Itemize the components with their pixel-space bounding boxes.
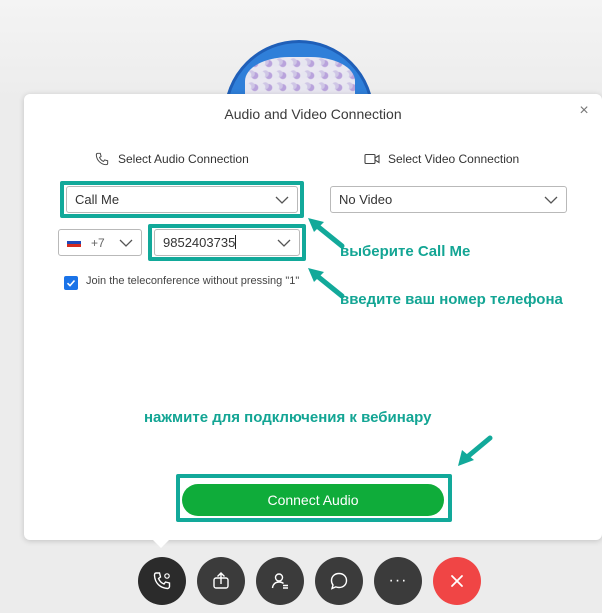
annotation-press-connect: нажмите для подключения к вебинару (144, 409, 432, 426)
checkmark-icon (66, 279, 76, 287)
country-code-value: +7 (91, 235, 105, 250)
audio-connection-button[interactable] (138, 557, 186, 605)
close-icon[interactable]: × (576, 103, 592, 119)
annotation-select-call-me: выберите Call Me (340, 243, 471, 260)
connect-audio-button[interactable]: Connect Audio (182, 484, 444, 516)
arrow-icon (458, 435, 493, 466)
audio-connection-value: Call Me (75, 192, 120, 207)
video-section-text: Select Video Connection (388, 152, 520, 166)
no-press-one-checkbox[interactable] (64, 276, 78, 290)
phone-number-value: 9852403735 (163, 235, 237, 250)
phone-number-input[interactable]: 9852403735 (154, 229, 300, 256)
annotation-enter-phone: введите ваш номер телефона (340, 291, 563, 308)
share-button[interactable] (197, 557, 245, 605)
dialog-pointer (153, 540, 169, 548)
chevron-down-icon (275, 196, 289, 204)
end-call-button[interactable] (433, 557, 481, 605)
chevron-down-icon (119, 239, 133, 247)
dialog-title: Audio and Video Connection (224, 106, 402, 122)
audio-connection-select[interactable]: Call Me (66, 186, 298, 213)
phone-icon (95, 152, 109, 166)
chat-icon (330, 572, 348, 590)
more-icon: ··· (388, 572, 408, 589)
country-code-select[interactable]: +7 (58, 229, 142, 256)
video-camera-icon (364, 153, 380, 165)
audio-section-text: Select Audio Connection (118, 152, 249, 166)
chat-button[interactable] (315, 557, 363, 605)
country-code-wrap: +7 (67, 236, 105, 250)
more-options-button[interactable]: ··· (374, 557, 422, 605)
meeting-toolbar: ··· (138, 557, 481, 605)
chevron-down-icon (544, 196, 558, 204)
no-press-one-label: Join the teleconference without pressing… (86, 275, 300, 287)
russia-flag-icon (67, 238, 81, 247)
audio-video-dialog: Audio and Video Connection × Select Audi… (24, 94, 602, 540)
video-connection-value: No Video (339, 192, 393, 207)
text-cursor (235, 235, 237, 249)
video-section-label: Select Video Connection (364, 152, 519, 166)
end-call-icon (451, 575, 463, 587)
chevron-down-icon (277, 239, 291, 247)
video-connection-select[interactable]: No Video (330, 186, 567, 213)
share-icon (213, 572, 229, 589)
participants-icon (271, 573, 288, 589)
audio-section-label: Select Audio Connection (94, 152, 249, 166)
participants-button[interactable] (256, 557, 304, 605)
phone-number-text: 9852403735 (163, 235, 236, 250)
phone-settings-icon (153, 572, 171, 590)
